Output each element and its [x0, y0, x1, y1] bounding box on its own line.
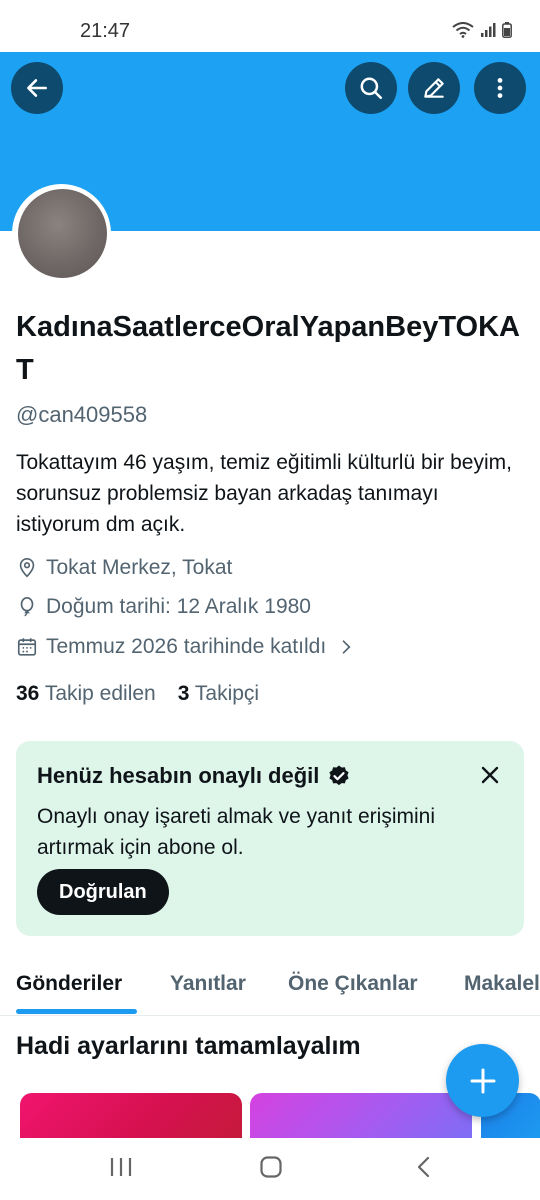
- search-icon: [360, 77, 382, 99]
- recent-apps-icon[interactable]: [109, 1156, 133, 1178]
- status-bar: 21:47: [0, 0, 540, 52]
- verification-description: Onaylı onay işareti almak ve yanıt erişi…: [37, 805, 435, 859]
- search-button[interactable]: [345, 62, 397, 114]
- user-bio: Tokattayım 46 yaşım, temiz eğitimli kült…: [16, 451, 512, 536]
- following-label: Takip edilen: [44, 682, 156, 705]
- signal-icon: [481, 23, 496, 37]
- display-name: KadınaSaatlerceOralYapanBeyTOKAT: [16, 311, 520, 386]
- compose-button[interactable]: [446, 1044, 519, 1117]
- close-icon: [481, 766, 499, 784]
- close-button[interactable]: [476, 761, 504, 789]
- verification-card: Henüz hesabın onaylı değil Onaylı onay i…: [16, 741, 524, 936]
- follow-stats: 36 Takip edilen 3 Takipçi: [16, 682, 259, 706]
- verification-title-row: Henüz hesabın onaylı değil: [37, 763, 351, 789]
- user-handle: @can409558: [16, 402, 148, 427]
- tab-highlights[interactable]: Öne Çıkanlar: [288, 972, 418, 996]
- home-icon[interactable]: [259, 1156, 283, 1178]
- status-icons: [452, 22, 512, 38]
- arrow-left-icon: [27, 79, 47, 97]
- avatar[interactable]: [18, 189, 107, 278]
- followers-link[interactable]: 3 Takipçi: [178, 682, 259, 706]
- more-button[interactable]: [474, 62, 526, 114]
- tab-replies[interactable]: Yanıtlar: [170, 972, 246, 996]
- active-tab-indicator: [16, 1009, 137, 1014]
- joined-text: Temmuz 2026 tarihinde katıldı: [46, 635, 327, 658]
- birthday-text: Doğum tarihi: 12 Aralık 1980: [46, 595, 311, 618]
- verify-button[interactable]: Doğrulan: [37, 869, 169, 915]
- followers-label: Takipçi: [194, 682, 260, 705]
- more-vertical-icon: [497, 78, 503, 98]
- tab-articles[interactable]: Makaleler: [464, 972, 540, 996]
- following-link[interactable]: 36 Takip edilen: [16, 682, 156, 706]
- status-time: 21:47: [80, 20, 131, 42]
- setup-section-title: Hadi ayarlarını tamamlayalım: [16, 1032, 361, 1060]
- location-pin-icon: [19, 558, 35, 578]
- location-row: Tokat Merkez, Tokat: [16, 556, 232, 580]
- calendar-icon: [17, 638, 37, 656]
- joined-row[interactable]: Temmuz 2026 tarihinde katıldı: [16, 635, 356, 659]
- pencil-icon: [424, 78, 444, 98]
- back-button[interactable]: [11, 62, 63, 114]
- followers-count: 3: [177, 682, 190, 705]
- setup-card[interactable]: [250, 1093, 472, 1138]
- balloon-icon: [20, 597, 34, 617]
- plus-icon: [470, 1068, 495, 1093]
- tab-posts[interactable]: Gönderiler: [16, 972, 122, 996]
- edit-button[interactable]: [408, 62, 460, 114]
- birthday-row: Doğum tarihi: 12 Aralık 1980: [16, 595, 311, 619]
- verification-title: Henüz hesabın onaylı değil: [37, 763, 320, 788]
- setup-card[interactable]: [20, 1093, 242, 1138]
- back-nav-icon[interactable]: [412, 1156, 436, 1178]
- location-text: Tokat Merkez, Tokat: [46, 556, 233, 579]
- battery-icon: [502, 22, 512, 38]
- wifi-icon: [452, 22, 474, 38]
- verified-badge-icon: [329, 765, 349, 786]
- following-count: 36: [16, 682, 40, 705]
- chevron-right-icon: [342, 640, 351, 654]
- system-nav-bar: [0, 1138, 540, 1200]
